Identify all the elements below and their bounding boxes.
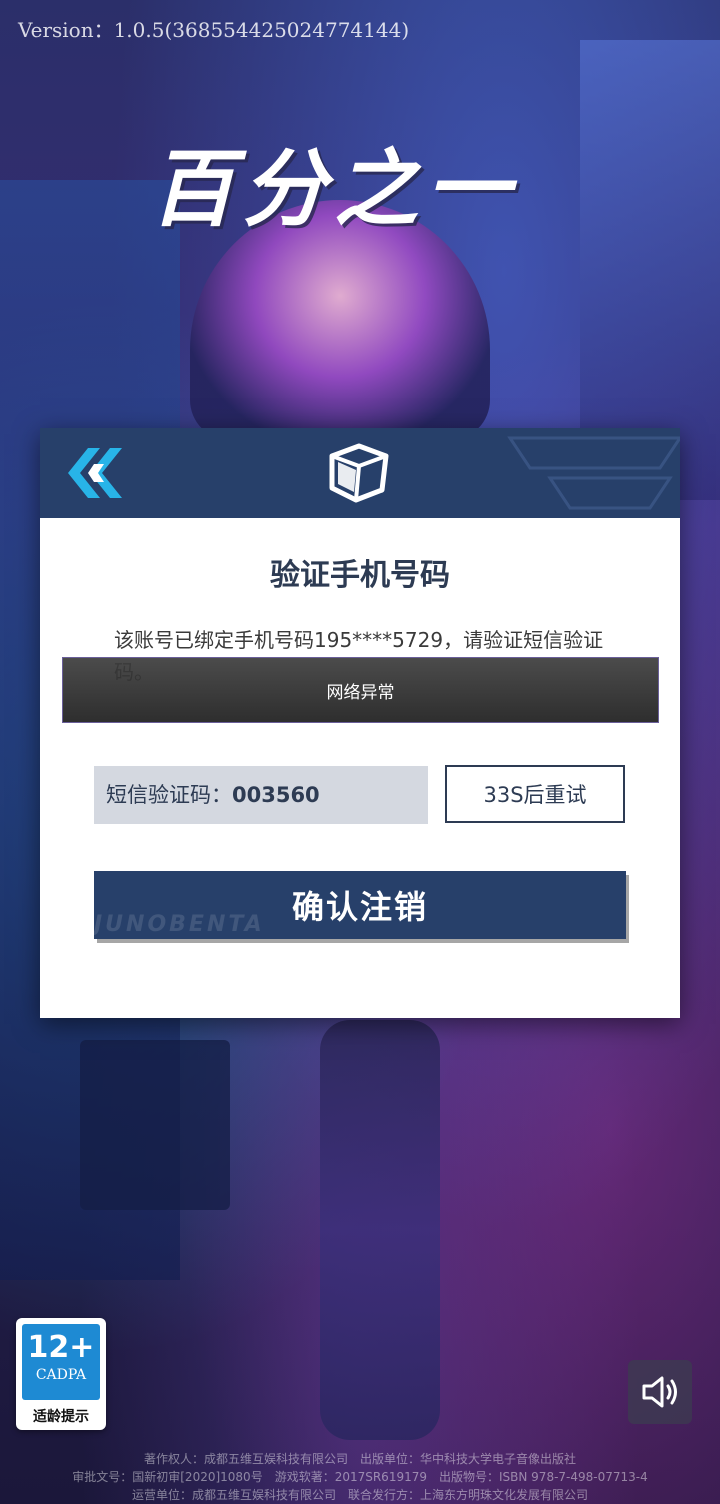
resend-code-label: 33S后重试: [483, 783, 587, 807]
cube-icon: [326, 442, 392, 504]
age-rating-org: CADPA: [35, 1367, 87, 1383]
background-character-legs: [320, 1020, 440, 1440]
button-watermark: JUNOBENTA: [94, 912, 265, 937]
back-button[interactable]: [64, 444, 128, 502]
sound-toggle-button[interactable]: [628, 1360, 692, 1424]
legal-footer: 著作权人：成都五维互娱科技有限公司 出版单位：华中科技大学电子音像出版社 审批文…: [0, 1450, 720, 1504]
age-rating-panel: 12+ CADPA: [22, 1324, 100, 1400]
back-chevron-icon: [68, 448, 122, 498]
resend-code-button[interactable]: 33S后重试: [445, 765, 625, 823]
confirm-cancel-account-button[interactable]: JUNOBENTA 确认注销: [94, 871, 626, 939]
dialog-header: [40, 428, 680, 518]
footer-line: 审批文号：国新初审[2020]1080号 游戏软著：2017SR619179 出…: [72, 1470, 648, 1484]
verify-phone-dialog: 验证手机号码 该账号已绑定手机号码195****5729，请验证短信验证码。 网…: [40, 428, 680, 1018]
speaker-icon: [642, 1376, 677, 1408]
sms-code-label: 短信验证码：: [106, 783, 232, 807]
age-rating-caption: 适龄提示: [33, 1409, 89, 1425]
toast-text: 网络异常: [326, 682, 395, 703]
age-rating-value: 12+: [27, 1330, 95, 1365]
footer-line: 著作权人：成都五维互娱科技有限公司 出版单位：华中科技大学电子音像出版社: [143, 1452, 576, 1466]
dialog-title: 验证手机号码: [270, 558, 450, 593]
background-display: [80, 1040, 230, 1210]
sms-code-value: 003560: [232, 783, 320, 807]
footer-line: 运营单位：成都五维互娱科技有限公司 联合发行方：上海东方明珠文化发展有限公司: [131, 1488, 588, 1502]
sms-code-input[interactable]: 短信验证码：003560: [94, 766, 428, 824]
network-error-toast: 网络异常: [62, 657, 659, 723]
header-decoration: [507, 436, 680, 510]
version-label: Version：1.0.5(3685544250247741​44): [18, 18, 410, 42]
confirm-button-label: 确认注销: [291, 888, 428, 926]
game-logo: 百分之一: [150, 140, 519, 238]
age-rating-badge[interactable]: 12+ CADPA 适龄提示: [16, 1318, 106, 1430]
